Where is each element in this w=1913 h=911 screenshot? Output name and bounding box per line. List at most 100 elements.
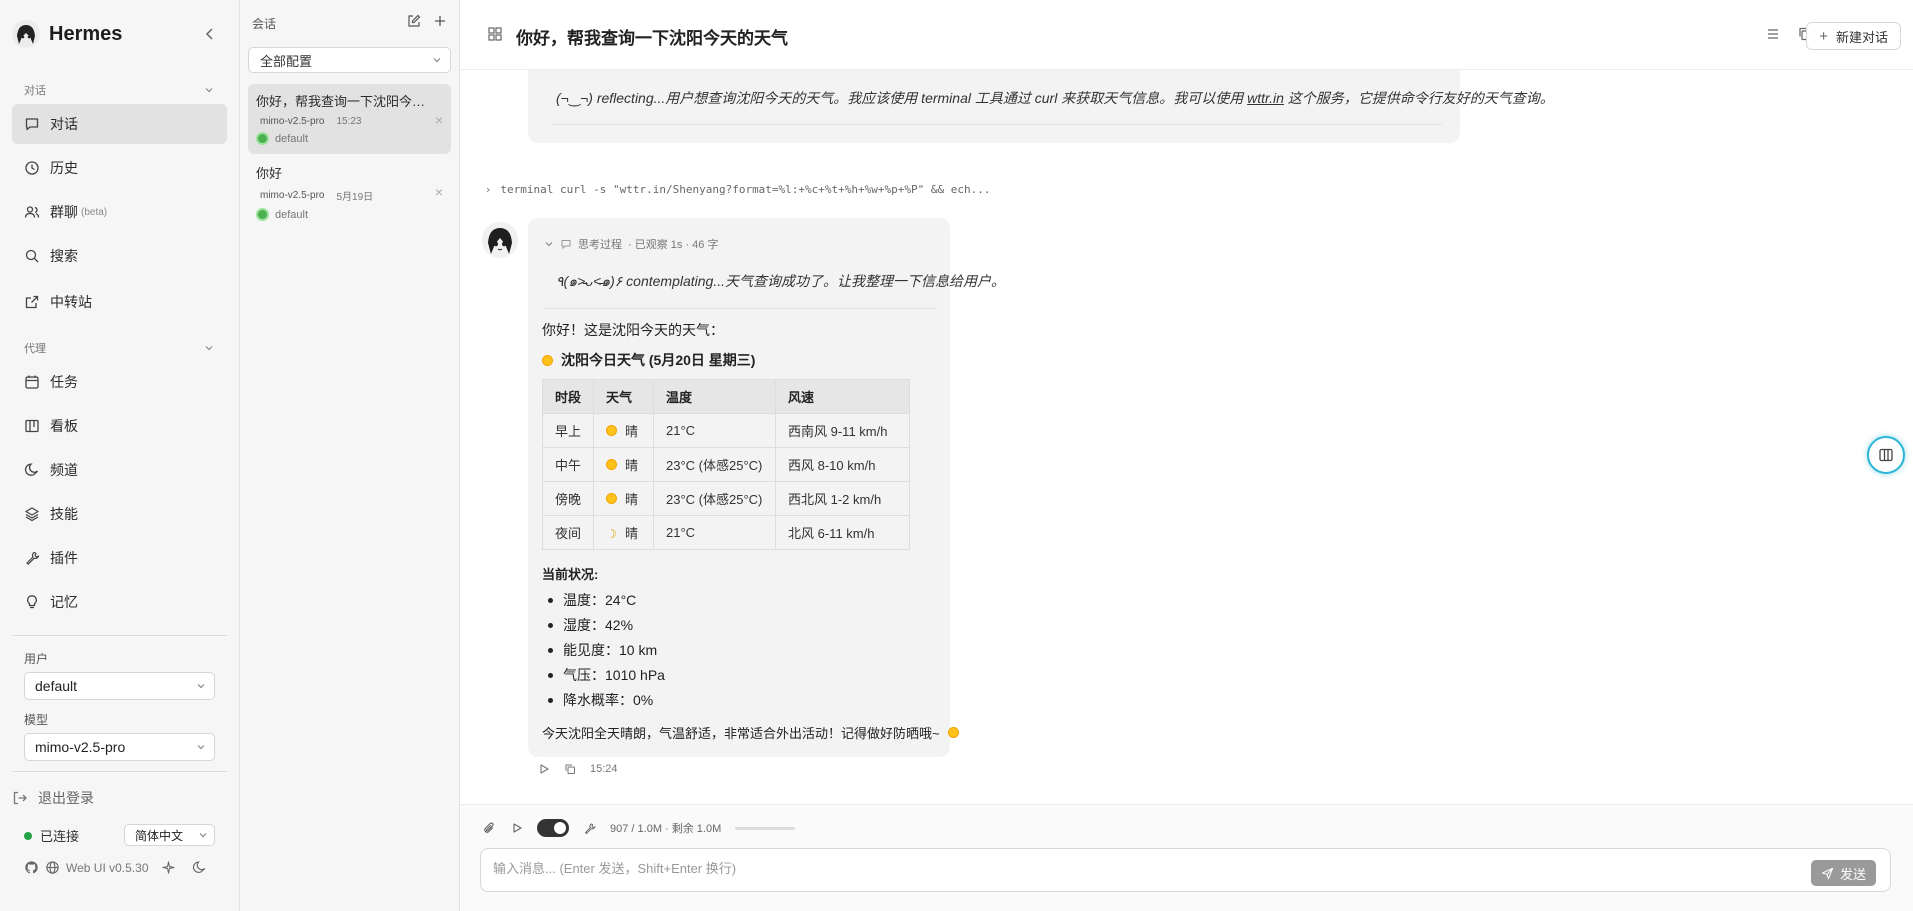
conversation-filter-select[interactable]: 全部配置 xyxy=(248,47,451,73)
profile-avatar xyxy=(256,208,269,221)
tool-call-row[interactable]: › terminal curl -s "wttr.in/Shenyang?for… xyxy=(486,183,990,196)
conversation-item[interactable]: 你好，帮我查询一下沈阳今天的天气 mimo-v2.5-pro 15:23 def… xyxy=(248,84,451,154)
language-select[interactable]: 简体中文 xyxy=(124,824,215,846)
table-header-row: 时段 天气 温度 风速 xyxy=(541,379,911,414)
sidebar-item-search[interactable]: 搜索 xyxy=(12,236,227,276)
sidebar-item-board[interactable]: 看板 xyxy=(12,406,227,446)
message-input-box: 发送 xyxy=(480,848,1891,892)
chevron-down-icon xyxy=(199,833,207,838)
play-icon[interactable] xyxy=(511,822,523,834)
conversation-item[interactable]: 你好 mimo-v2.5-pro 5月19日 default × xyxy=(248,156,451,226)
sidebar-item-label: 任务 xyxy=(50,374,78,390)
thinking-text: ٩(๑˃̵ᴗ˂̵๑)۶ contemplating...天气查询成功了。让我整理… xyxy=(556,273,1006,289)
logout-button[interactable]: 退出登录 xyxy=(12,788,94,808)
sidebar-item-plugins[interactable]: 插件 xyxy=(12,538,227,578)
previous-thinking-text: (¬‿¬) reflecting...用户想查询沈阳今天的天气。我应该使用 te… xyxy=(556,90,1554,106)
temp-cell: 21°C xyxy=(653,515,777,550)
section-agent-label: 代理 xyxy=(24,343,46,355)
conversation-meta: mimo-v2.5-pro 5月19日 xyxy=(256,188,443,203)
sidebar-item-tasks[interactable]: 任务 xyxy=(12,362,227,402)
logout-label: 退出登录 xyxy=(38,790,94,806)
period-cell: 中午 xyxy=(541,447,595,482)
delete-conversation-icon[interactable]: × xyxy=(435,112,443,128)
add-icon[interactable] xyxy=(433,14,447,28)
chevron-down-icon xyxy=(197,684,205,689)
filter-value: 全部配置 xyxy=(260,53,313,69)
composer: 907 / 1.0M · 剩余 1.0M 发送 xyxy=(460,804,1913,911)
sidebar-item-relay[interactable]: 中转站 xyxy=(12,282,227,322)
sparkle-icon[interactable] xyxy=(161,860,176,875)
divider xyxy=(552,124,1442,125)
sidebar-item-chat[interactable]: 对话 xyxy=(12,104,227,144)
wind-cell: 西风 8-10 km/h xyxy=(775,447,911,482)
wrench-icon[interactable] xyxy=(583,822,596,835)
section-agent-header[interactable]: 代理 xyxy=(24,340,214,356)
message-input[interactable] xyxy=(493,861,1693,876)
sidebar-item-label: 群聊 xyxy=(50,204,78,220)
collapse-sidebar-icon[interactable] xyxy=(200,24,220,44)
chevron-down-icon xyxy=(205,346,213,351)
language-value: 简体中文 xyxy=(135,828,184,843)
chat-icon xyxy=(25,118,39,131)
edit-icon[interactable] xyxy=(407,14,421,28)
connection-status: 已连接 xyxy=(24,826,79,845)
theme-moon-icon[interactable] xyxy=(192,860,207,875)
user-select[interactable]: default xyxy=(24,672,215,700)
mode-toggle[interactable] xyxy=(537,819,569,837)
period-cell: 早上 xyxy=(541,413,595,448)
panel-toggle-button[interactable] xyxy=(1867,436,1905,474)
moon-icon: ☽ xyxy=(606,527,617,541)
sidebar-item-memory[interactable]: 记忆 xyxy=(12,582,227,622)
clock-icon xyxy=(25,161,39,175)
status-heading: 当前状况: xyxy=(542,567,599,582)
list-icon[interactable] xyxy=(1765,26,1781,42)
plus-icon: + xyxy=(1819,27,1828,45)
sidebar-item-skills[interactable]: 技能 xyxy=(12,494,227,534)
list-item: 能见度：10 km xyxy=(548,638,665,663)
model-select[interactable]: mimo-v2.5-pro xyxy=(24,733,215,761)
conversation-time: 5月19日 xyxy=(336,192,374,203)
copy-icon[interactable] xyxy=(564,763,576,775)
chevron-down-icon xyxy=(545,242,553,247)
temp-cell: 23°C (体感25°C) xyxy=(653,447,777,482)
sidebar-item-group-chat[interactable]: 群聊 (beta) xyxy=(12,192,227,232)
conversation-model: mimo-v2.5-pro xyxy=(260,116,325,127)
wttr-link[interactable]: wttr.in xyxy=(1247,90,1284,106)
grid-icon[interactable] xyxy=(487,26,503,42)
beta-badge: (beta) xyxy=(81,206,108,218)
table-header: 天气 xyxy=(593,379,655,414)
sidebar: Hermes 对话 对话 历史 群聊 (beta) 搜索 中转站 代理 任务 看… xyxy=(0,0,240,911)
delete-conversation-icon[interactable]: × xyxy=(435,184,443,200)
weather-cell: 晴 xyxy=(593,447,655,482)
assistant-avatar xyxy=(482,222,518,258)
chevron-down-icon xyxy=(205,88,213,93)
send-icon xyxy=(1821,867,1834,879)
sidebar-divider xyxy=(12,635,227,636)
list-item: 降水概率：0% xyxy=(548,688,665,713)
message-time: 15:24 xyxy=(590,763,618,775)
lightbulb-icon xyxy=(27,595,37,609)
weather-title-text: 沈阳今日天气 (5月20日 星期三) xyxy=(561,352,756,368)
sun-icon xyxy=(542,354,553,366)
model-label: 模型 xyxy=(24,713,49,727)
table-header: 风速 xyxy=(775,379,911,414)
sidebar-item-channels[interactable]: 频道 xyxy=(12,450,227,490)
sidebar-item-history[interactable]: 历史 xyxy=(12,148,227,188)
moon-icon xyxy=(25,463,39,476)
user-select-value: default xyxy=(35,678,78,694)
send-button[interactable]: 发送 xyxy=(1810,860,1876,886)
wind-cell: 西北风 1-2 km/h xyxy=(775,481,911,516)
table-row: 早上 晴 21°C 西南风 9-11 km/h xyxy=(541,413,911,448)
table-header: 时段 xyxy=(541,379,595,414)
attachment-icon[interactable] xyxy=(482,821,497,836)
section-chat-header[interactable]: 对话 xyxy=(24,82,214,98)
user-label: 用户 xyxy=(24,652,49,666)
brand[interactable]: Hermes xyxy=(12,18,122,50)
thinking-header[interactable]: 思考过程 · 已观察 1s · 46 字 xyxy=(544,236,718,252)
play-icon[interactable] xyxy=(538,763,550,775)
github-icon[interactable] xyxy=(24,860,39,875)
globe-icon[interactable] xyxy=(45,860,60,875)
new-chat-button[interactable]: + 新建对话 xyxy=(1806,22,1901,50)
new-chat-label: 新建对话 xyxy=(1835,29,1888,45)
layers-icon xyxy=(25,507,39,522)
